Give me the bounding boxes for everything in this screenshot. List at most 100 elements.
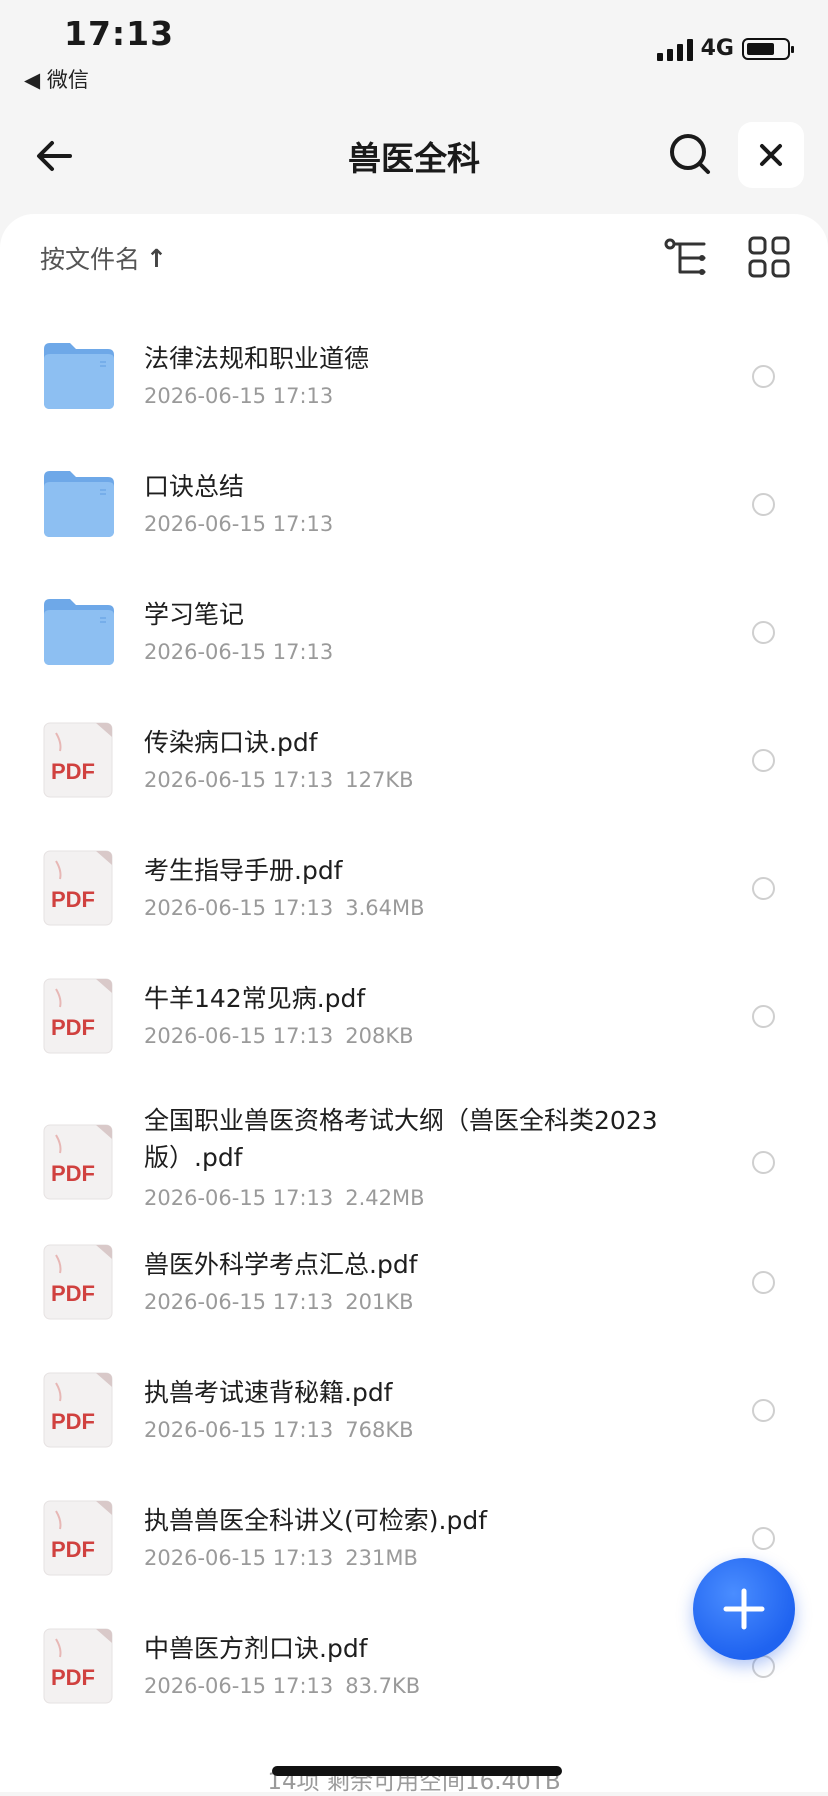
file-meta: 2026-06-15 17:13 208KB	[144, 1024, 414, 1048]
file-date: 2026-06-15 17:13	[144, 640, 334, 664]
folder-icon	[44, 471, 114, 537]
select-radio[interactable]	[752, 1151, 775, 1174]
select-radio[interactable]	[752, 1005, 775, 1028]
file-date: 2026-06-15 17:13	[144, 896, 334, 920]
sort-arrow-icon: ↑	[146, 243, 167, 273]
file-meta: 2026-06-15 17:13 3.64MB	[144, 896, 425, 920]
select-radio[interactable]	[752, 877, 775, 900]
file-name: 兽医外科学考点汇总.pdf	[144, 1250, 418, 1279]
select-radio[interactable]	[752, 1271, 775, 1294]
file-meta: 2026-06-15 17:13	[144, 384, 333, 408]
home-indicator	[272, 1766, 562, 1776]
back-to-app-link[interactable]: ◀ 微信	[24, 64, 89, 94]
file-row[interactable]: PDF 牛羊142常见病.pdf 2026-06-15 17:13 208KB	[0, 974, 828, 1094]
file-name: 考生指导手册.pdf	[144, 856, 343, 885]
file-name: 学习笔记	[144, 600, 245, 629]
file-date: 2026-06-15 17:13	[144, 1418, 334, 1442]
file-date: 2026-06-15 17:13	[144, 1186, 334, 1210]
select-radio[interactable]	[752, 1399, 775, 1422]
pdf-icon: PDF	[43, 1124, 113, 1200]
pdf-icon: PDF	[43, 850, 113, 926]
file-size: 83.7KB	[345, 1674, 421, 1698]
pdf-icon: PDF	[43, 978, 113, 1054]
search-icon[interactable]	[666, 130, 714, 178]
file-meta: 2026-06-15 17:13 2.42MB	[144, 1186, 425, 1210]
pdf-icon: PDF	[43, 1500, 113, 1576]
sort-toggle[interactable]: 按文件名 ↑	[40, 240, 167, 276]
close-icon	[760, 144, 782, 166]
file-meta: 2026-06-15 17:13 768KB	[144, 1418, 414, 1442]
file-meta: 2026-06-15 17:13 127KB	[144, 768, 414, 792]
file-meta: 2026-06-15 17:13 201KB	[144, 1290, 414, 1314]
file-row[interactable]: PDF 执兽考试速背秘籍.pdf 2026-06-15 17:13 768KB	[0, 1368, 828, 1488]
svg-text:PDF: PDF	[51, 887, 95, 912]
select-radio[interactable]	[752, 365, 775, 388]
file-row[interactable]: PDF 全国职业兽医资格考试大纲（兽医全科类2023版）.pdf 2026-06-1…	[0, 1102, 828, 1222]
file-date: 2026-06-15 17:13	[144, 1674, 334, 1698]
file-size: 231MB	[345, 1546, 418, 1570]
file-name: 法律法规和职业道德	[144, 344, 370, 373]
file-date: 2026-06-15 17:13	[144, 1024, 334, 1048]
grid-view-icon[interactable]	[748, 236, 790, 278]
file-size: 127KB	[345, 768, 414, 792]
file-row[interactable]: PDF 兽医外科学考点汇总.pdf 2026-06-15 17:13 201KB	[0, 1240, 828, 1360]
folder-row[interactable]: 学习笔记 2026-06-15 17:13	[0, 590, 828, 710]
tree-view-icon[interactable]	[664, 238, 708, 278]
file-size: 3.64MB	[345, 896, 425, 920]
file-name: 中兽医方剂口诀.pdf	[144, 1634, 368, 1663]
file-date: 2026-06-15 17:13	[144, 768, 334, 792]
svg-text:PDF: PDF	[51, 1537, 95, 1562]
plus-icon	[723, 1588, 765, 1630]
file-date: 2026-06-15 17:13	[144, 512, 334, 536]
svg-text:PDF: PDF	[51, 1015, 95, 1040]
file-meta: 2026-06-15 17:13 231MB	[144, 1546, 418, 1570]
file-row[interactable]: PDF 考生指导手册.pdf 2026-06-15 17:13 3.64MB	[0, 846, 828, 966]
pdf-icon: PDF	[43, 1244, 113, 1320]
svg-text:PDF: PDF	[51, 1665, 95, 1690]
add-button[interactable]	[693, 1558, 795, 1660]
file-date: 2026-06-15 17:13	[144, 1290, 334, 1314]
svg-text:PDF: PDF	[51, 1161, 95, 1186]
pdf-icon: PDF	[43, 1628, 113, 1704]
file-meta: 2026-06-15 17:13 83.7KB	[144, 1674, 420, 1698]
svg-text:PDF: PDF	[51, 1281, 95, 1306]
network-label: 4G	[700, 36, 734, 61]
file-name: 传染病口诀.pdf	[144, 728, 318, 757]
file-meta: 2026-06-15 17:13	[144, 512, 333, 536]
file-size: 768KB	[345, 1418, 414, 1442]
folder-row[interactable]: 口诀总结 2026-06-15 17:13	[0, 462, 828, 582]
svg-text:PDF: PDF	[51, 759, 95, 784]
select-radio[interactable]	[752, 1527, 775, 1550]
folder-row[interactable]: 法律法规和职业道德 2026-06-15 17:13	[0, 334, 828, 454]
select-radio[interactable]	[752, 621, 775, 644]
file-row[interactable]: PDF 传染病口诀.pdf 2026-06-15 17:13 127KB	[0, 718, 828, 838]
folder-icon	[44, 343, 114, 409]
nav-bar: 兽医全科	[0, 110, 828, 200]
pdf-icon: PDF	[43, 1372, 113, 1448]
file-size: 201KB	[345, 1290, 414, 1314]
file-name: 全国职业兽医资格考试大纲（兽医全科类2023版）.pdf	[144, 1106, 658, 1172]
file-name: 执兽兽医全科讲义(可检索).pdf	[144, 1506, 487, 1535]
status-bar: 17:13 ◀ 微信 4G	[0, 0, 828, 100]
file-sheet: 按文件名 ↑ 法律法规和职业道德 2026-06-15 17:13 口诀总结 2026…	[0, 214, 828, 1792]
pdf-icon: PDF	[43, 722, 113, 798]
file-date: 2026-06-15 17:13	[144, 1546, 334, 1570]
select-radio[interactable]	[752, 749, 775, 772]
file-meta: 2026-06-15 17:13	[144, 640, 333, 664]
file-row[interactable]: PDF 中兽医方剂口诀.pdf 2026-06-15 17:13 83.7KB	[0, 1624, 828, 1744]
file-date: 2026-06-15 17:13	[144, 384, 334, 408]
file-size: 208KB	[345, 1024, 414, 1048]
file-name: 执兽考试速背秘籍.pdf	[144, 1378, 393, 1407]
close-button[interactable]	[738, 122, 804, 188]
sort-label: 按文件名	[40, 245, 141, 274]
svg-text:PDF: PDF	[51, 1409, 95, 1434]
status-time: 17:13	[64, 14, 175, 53]
battery-icon	[742, 37, 794, 60]
status-indicators: 4G	[656, 36, 794, 61]
signal-icon	[656, 37, 693, 61]
file-name: 牛羊142常见病.pdf	[144, 984, 366, 1013]
file-size: 2.42MB	[345, 1186, 425, 1210]
select-radio[interactable]	[752, 493, 775, 516]
folder-icon	[44, 599, 114, 665]
file-name: 口诀总结	[144, 472, 245, 501]
